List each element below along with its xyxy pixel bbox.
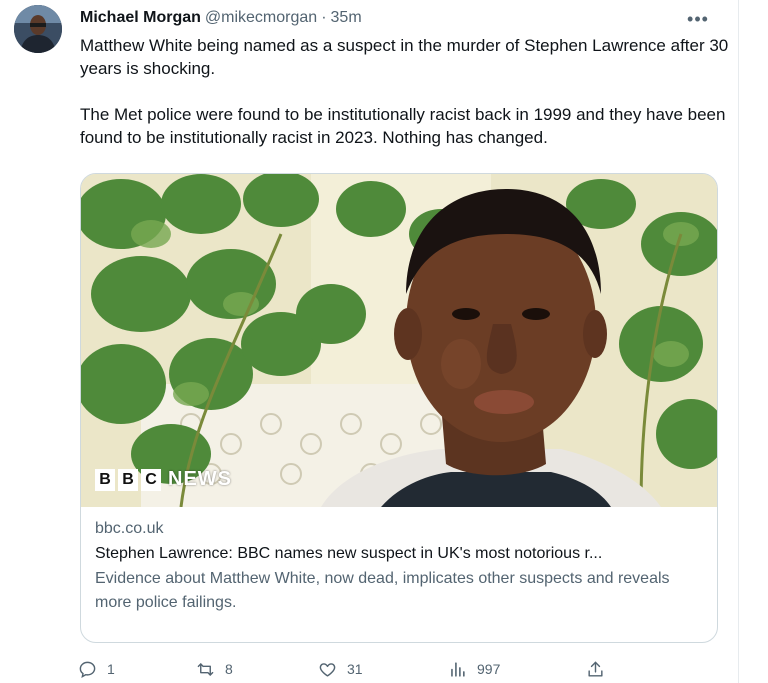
card-domain: bbc.co.uk bbox=[95, 520, 164, 537]
author-name[interactable]: Michael Morgan bbox=[80, 9, 201, 27]
bbc-news-logo: B B C NEWS bbox=[95, 468, 232, 491]
separator-dot: · bbox=[321, 9, 327, 26]
heart-icon bbox=[319, 662, 336, 677]
retweet-count: 8 bbox=[225, 661, 233, 677]
tweet-paragraph-1: Matthew White being named as a suspect i… bbox=[80, 36, 729, 78]
action-bar: 1 8 31 997 bbox=[78, 658, 618, 680]
views-icon bbox=[451, 661, 465, 677]
tweet-paragraph-2: The Met police were found to be institut… bbox=[80, 105, 726, 147]
reply-button[interactable]: 1 bbox=[78, 660, 115, 679]
card-photo bbox=[81, 174, 717, 507]
share-icon bbox=[588, 661, 603, 677]
more-icon[interactable]: ••• bbox=[684, 5, 712, 33]
timeline-divider bbox=[738, 0, 739, 683]
views-count: 997 bbox=[477, 661, 501, 677]
like-count: 31 bbox=[347, 661, 363, 677]
card-description: Evidence about Matthew White, now dead, … bbox=[95, 570, 670, 611]
avatar[interactable] bbox=[14, 5, 62, 53]
retweet-icon bbox=[197, 662, 214, 676]
author-handle[interactable]: @mikecmorgan bbox=[205, 9, 317, 27]
bbc-logo-b1: B bbox=[95, 468, 115, 491]
bbc-logo-b2: B bbox=[118, 468, 138, 491]
card-title: Stephen Lawrence: BBC names new suspect … bbox=[95, 545, 603, 562]
bbc-logo-news: NEWS bbox=[168, 468, 232, 490]
tweet-text: Matthew White being named as a suspect i… bbox=[80, 34, 730, 149]
reply-icon bbox=[79, 661, 96, 678]
card-body[interactable]: bbc.co.uk Stephen Lawrence: BBC names ne… bbox=[81, 508, 717, 615]
retweet-button[interactable]: 8 bbox=[196, 660, 233, 679]
timestamp[interactable]: 35m bbox=[331, 9, 362, 27]
share-button[interactable] bbox=[586, 660, 605, 679]
bbc-logo-c: C bbox=[141, 468, 161, 491]
like-button[interactable]: 31 bbox=[318, 660, 363, 679]
link-card[interactable]: B B C NEWS bbc.co.uk Stephen Lawrence: B… bbox=[80, 173, 718, 643]
views-button[interactable]: 997 bbox=[448, 660, 500, 679]
tweet-header: Michael Morgan @mikecmorgan · 35m ••• bbox=[80, 7, 718, 29]
tweet[interactable]: Michael Morgan @mikecmorgan · 35m ••• Ma… bbox=[0, 0, 738, 683]
reply-count: 1 bbox=[107, 661, 115, 677]
card-image[interactable]: B B C NEWS bbox=[81, 174, 717, 507]
